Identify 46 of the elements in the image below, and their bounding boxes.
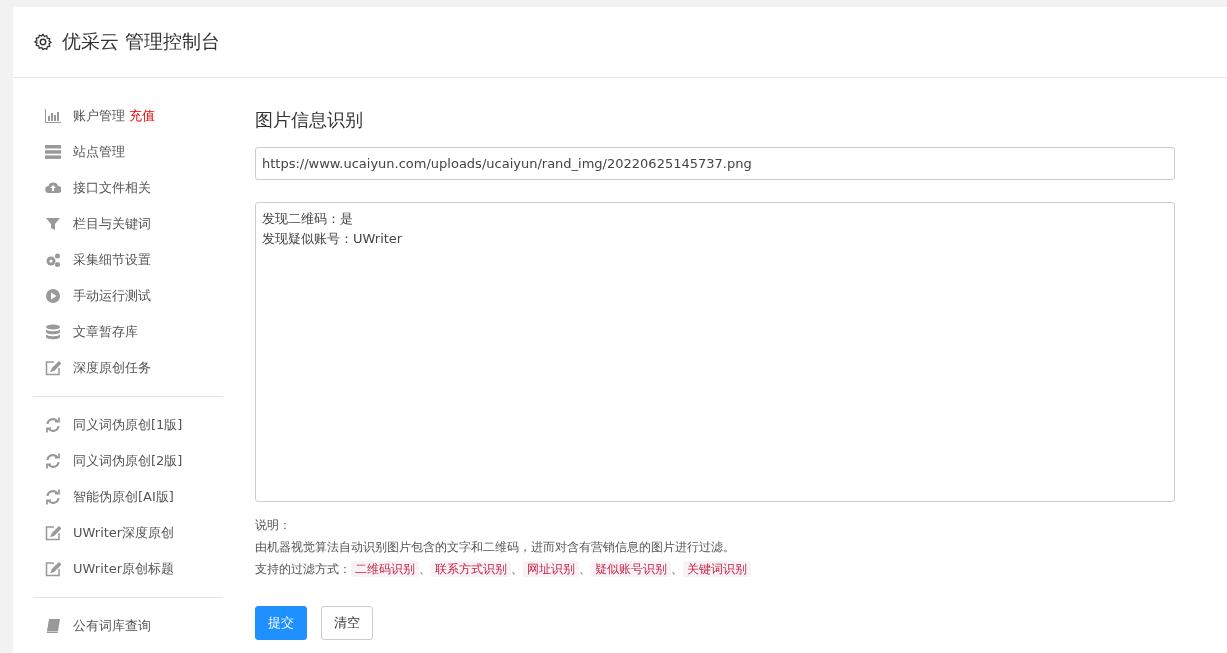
book-icon bbox=[45, 618, 61, 634]
database-icon bbox=[45, 324, 61, 340]
sidebar-item[interactable]: UWriter深度原创 bbox=[73, 524, 175, 542]
separator: 、 bbox=[419, 562, 431, 576]
settings-icon bbox=[34, 33, 52, 51]
section-title: 图片信息识别 bbox=[255, 108, 364, 132]
sidebar-item[interactable]: 文章暂存库 bbox=[73, 323, 138, 341]
sidebar-item[interactable]: 采集细节设置 bbox=[73, 251, 151, 269]
play-icon bbox=[45, 288, 61, 304]
method-tag: 二维码识别 bbox=[351, 561, 419, 577]
refresh-icon bbox=[45, 489, 61, 505]
sidebar-item[interactable]: 同义词伪原创[1版] bbox=[73, 416, 183, 434]
edit-icon bbox=[45, 561, 61, 577]
refresh-icon bbox=[45, 453, 61, 469]
sidebar-item[interactable]: 深度原创任务 bbox=[73, 359, 151, 377]
console-title: 优采云 管理控制台 bbox=[62, 29, 221, 54]
method-tag: 网址识别 bbox=[523, 561, 579, 577]
notes-heading: 说明： bbox=[255, 517, 292, 534]
methods-label: 支持的过滤方式： bbox=[255, 562, 351, 576]
edit-icon bbox=[45, 525, 61, 541]
sidebar-item[interactable]: 站点管理 bbox=[73, 143, 125, 161]
recharge-link[interactable]: 充值 bbox=[129, 107, 155, 125]
sidebar-item[interactable]: 公有词库查询 bbox=[73, 617, 151, 635]
result-box[interactable]: 发现二维码：是 发现疑似账号：UWriter bbox=[255, 202, 1175, 502]
sidebar-item[interactable]: 账户管理 bbox=[73, 107, 125, 125]
notes-text: 由机器视觉算法自动识别图片包含的文字和二维码，进而对含有营销信息的图片进行过滤。 bbox=[255, 539, 736, 556]
url-field[interactable]: https://www.ucaiyun.com/uploads/ucaiyun/rand_img/20220625145737.png bbox=[255, 147, 1175, 180]
method-tag: 联系方式识别 bbox=[431, 561, 511, 577]
sidebar-item[interactable]: 智能伪原创[AI版] bbox=[73, 488, 174, 506]
clear-button[interactable]: 清空 bbox=[321, 606, 373, 640]
separator: 、 bbox=[579, 562, 591, 576]
bar-chart-icon bbox=[45, 108, 61, 124]
refresh-icon bbox=[45, 417, 61, 433]
sidebar-item[interactable]: 栏目与关键词 bbox=[73, 215, 151, 233]
sidebar-item[interactable]: UWriter原创标题 bbox=[73, 560, 175, 578]
stack-icon bbox=[45, 144, 61, 160]
cloud-upload-icon bbox=[45, 180, 61, 196]
separator: 、 bbox=[671, 562, 683, 576]
sidebar-item[interactable]: 接口文件相关 bbox=[73, 179, 151, 197]
method-tag: 关键词识别 bbox=[683, 561, 751, 577]
filter-icon bbox=[45, 216, 61, 232]
separator: 、 bbox=[511, 562, 523, 576]
sidebar-item[interactable]: 手动运行测试 bbox=[73, 287, 151, 305]
method-tag: 疑似账号识别 bbox=[591, 561, 671, 577]
edit-icon bbox=[45, 360, 61, 376]
sidebar-item[interactable]: 同义词伪原创[2版] bbox=[73, 452, 183, 470]
